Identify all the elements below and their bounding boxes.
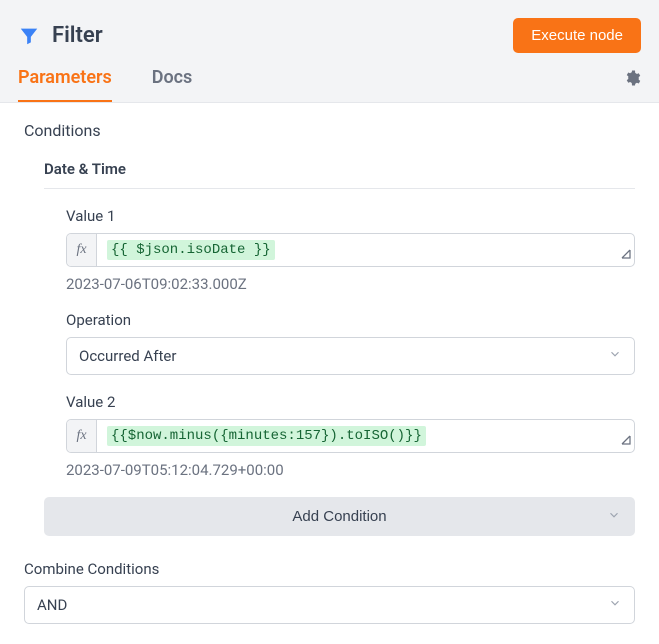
value1-label: Value 1 (66, 207, 635, 225)
resize-handle-icon[interactable] (620, 245, 632, 264)
panel-header: Filter Execute node Parameters Docs (0, 0, 659, 103)
gear-icon[interactable] (623, 69, 641, 101)
conditions-heading: Conditions (24, 121, 635, 140)
value2-resolved: 2023-07-09T05:12:04.729+00:00 (66, 461, 635, 479)
operation-select[interactable]: Occurred After (66, 337, 635, 375)
title-row: Filter Execute node (18, 18, 641, 67)
add-condition-label: Add Condition (292, 508, 386, 525)
add-condition-row: Add Condition (44, 497, 635, 536)
chevron-down-icon (607, 508, 621, 526)
combine-section: Combine Conditions AND (24, 560, 635, 624)
combine-select[interactable]: AND (24, 586, 635, 624)
value1-resolved: 2023-07-06T09:02:33.000Z (66, 275, 635, 293)
tabs: Parameters Docs (18, 67, 192, 102)
add-condition-button[interactable]: Add Condition (44, 497, 635, 536)
resize-handle-icon[interactable] (620, 431, 632, 450)
value2-label: Value 2 (66, 393, 635, 411)
tab-parameters[interactable]: Parameters (18, 67, 112, 102)
fx-icon: fx (67, 234, 97, 266)
value2-expression-input[interactable]: fx {{$now.minus({minutes:157}).toISO()}} (66, 419, 635, 453)
group-heading-datetime: Date & Time (44, 154, 635, 189)
chevron-down-icon (608, 596, 622, 614)
operation-value: Occurred After (79, 347, 176, 365)
value1-expression-text: {{ $json.isoDate }} (97, 234, 634, 266)
value1-expression-highlight: {{ $json.isoDate }} (107, 240, 275, 260)
node-title: Filter (52, 23, 103, 48)
field-value2: Value 2 fx {{$now.minus({minutes:157}).t… (66, 393, 635, 479)
field-operation: Operation Occurred After (66, 311, 635, 375)
field-value1: Value 1 fx {{ $json.isoDate }} 2023-07-0… (66, 207, 635, 293)
operation-label: Operation (66, 311, 635, 329)
combine-value: AND (37, 596, 67, 614)
title-left: Filter (18, 23, 103, 48)
combine-label: Combine Conditions (24, 560, 635, 578)
tab-docs[interactable]: Docs (152, 67, 193, 102)
value2-expression-highlight: {{$now.minus({minutes:157}).toISO()}} (107, 426, 426, 446)
filter-icon (18, 25, 40, 47)
execute-node-button[interactable]: Execute node (513, 18, 641, 53)
fx-icon: fx (67, 420, 97, 452)
chevron-down-icon (608, 347, 622, 365)
value1-expression-input[interactable]: fx {{ $json.isoDate }} (66, 233, 635, 267)
value2-expression-text: {{$now.minus({minutes:157}).toISO()}} (97, 420, 634, 452)
panel-content: Conditions Date & Time Value 1 fx {{ $js… (0, 103, 659, 642)
tabs-row: Parameters Docs (18, 67, 641, 102)
fields-group: Value 1 fx {{ $json.isoDate }} 2023-07-0… (66, 207, 635, 479)
